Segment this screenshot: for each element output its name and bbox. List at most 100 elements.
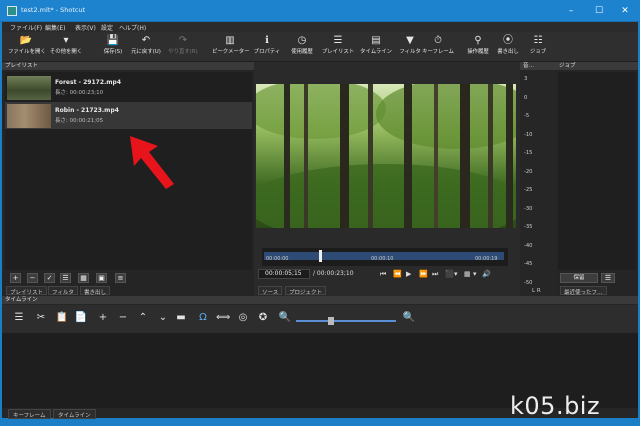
transport-control-0[interactable]: ⏮ [380,270,386,279]
transport-control-7[interactable]: ▦ [464,270,471,278]
toolbar-label: タイムライン [360,49,392,55]
timeline-tool-9[interactable]: Ω [196,312,210,323]
db-tick-label: 0 [524,94,528,101]
timeline-tool-2[interactable]: 📋 [55,312,69,323]
timeline-tool-12[interactable]: ✪ [256,312,270,323]
toolbar-button-1[interactable]: ▾ その他を開く [48,35,84,60]
transport-control-3[interactable]: ⏩ [419,270,428,278]
tab-keyframes[interactable]: キーフレーム [8,409,51,419]
title-bar [0,0,640,22]
tab-project[interactable]: プロジェクト [285,286,327,296]
toolbar-label: プレイリスト [321,49,355,55]
toolbar-button-2[interactable]: 💾 保存(S) [95,35,131,60]
db-tick-label: -35 [524,224,533,230]
playlist-button-5[interactable]: ▣ [96,273,107,283]
clip-name: Forest - 29172.mp4 [55,79,121,86]
timeline-tool-6[interactable]: ⌃ [136,312,150,323]
tab-timeline[interactable]: タイムライン [53,409,96,419]
timeline-tool-4[interactable]: + [96,312,110,323]
zoom-slider-handle[interactable] [328,317,334,325]
pause-jobs-button[interactable]: 保留 [560,273,598,283]
video-preview [256,84,516,228]
transport-control-9[interactable]: 🔊 [482,270,491,278]
maximize-icon[interactable]: ☐ [588,4,610,18]
tab-source[interactable]: ソース [258,286,283,296]
tab-export[interactable]: 書き出し [80,286,111,296]
menu-file[interactable]: ファイル(F) [10,23,42,32]
timeline-tool-7[interactable]: ⌄ [156,312,170,323]
toolbar-label: その他を開く [49,49,83,55]
clip-thumbnail [7,104,51,128]
close-icon[interactable]: ✕ [614,4,636,18]
timeline-tool-10[interactable]: ⟺ [216,312,230,323]
toolbar-button-11[interactable]: ⏱ キーフレーム [420,35,456,60]
toolbar-label: ピークメーター [212,49,250,55]
toolbar-button-7[interactable]: ◷ 使用履歴 [284,35,320,60]
playlist-button-4[interactable]: ▦ [78,273,89,283]
db-tick-label: -25 [524,187,533,193]
red-arrow-annotation [130,136,174,189]
tab-recent[interactable]: 最近使ったフ… [560,286,607,296]
menu-settings[interactable]: 設定 [101,23,113,32]
timecode-input[interactable]: 00:00:05;15 [258,269,310,279]
menu-edit[interactable]: 編集(E) [45,23,65,32]
toolbar-button-0[interactable]: 📂 ファイルを開く [8,35,46,60]
clip-name: Robin - 21723.mp4 [55,107,119,114]
timeline-tool-5[interactable]: − [116,312,130,323]
toolbar-icon: ℹ [265,35,269,46]
timeline-tool-11[interactable]: ◎ [236,312,250,323]
playlist-item-forest[interactable]: Forest - 29172.mp4 長さ: 00:00:23;10 [5,74,252,101]
jobs-list [558,72,636,270]
minimize-icon[interactable]: – [560,4,582,18]
transport-control-6[interactable]: ▾ [454,270,458,278]
transport-control-1[interactable]: ⏪ [393,270,402,278]
timeline-tool-0[interactable]: ☰ [12,312,26,323]
timeline-tool-8[interactable]: ▬ [174,312,188,323]
playlist-button-2[interactable]: ✓ [44,273,55,283]
playlist-button-1[interactable]: − [27,273,38,283]
tab-filter[interactable]: フィルタ [48,286,78,296]
zoom-slider-track[interactable] [296,320,396,322]
clip-thumbnail [7,76,51,100]
toolbar-button-6[interactable]: ℹ プロパティ [249,35,285,60]
toolbar-icon: ▥ [225,35,235,46]
playlist-button-6[interactable]: ≡ [115,273,126,283]
menu-bar [2,22,638,32]
db-tick-label: -45 [524,261,533,267]
transport-control-8[interactable]: ▾ [473,270,477,278]
playhead-handle[interactable] [319,250,323,262]
toolbar-button-9[interactable]: ▤ タイムライン [358,35,394,60]
transport-control-4[interactable]: ⏭ [432,270,438,279]
db-tick-label: -10 [524,131,533,138]
playlist-button-0[interactable]: + [10,273,21,283]
timeline-tool-13[interactable]: 🔍 [278,312,292,323]
playlist-header: プレイリスト [2,62,254,70]
playlist-button-3[interactable]: ☰ [60,273,71,283]
menu-help[interactable]: ヘルプ(H) [119,23,146,32]
toolbar-label: 使用履歴 [291,49,313,55]
db-tick-label: -15 [524,150,533,156]
menu-view[interactable]: 表示(V) [75,23,96,32]
toolbar-label: ジョブ [529,49,547,55]
toolbar-label: プロパティ [253,49,281,55]
transport-control-5[interactable]: ⬛ [445,270,454,278]
tick-label: 00:00:10 [371,256,394,262]
tab-playlist[interactable]: プレイリスト [6,286,48,296]
toolbar-icon: ☰ [333,35,343,46]
jobs-menu-button[interactable]: ☰ [601,273,615,283]
jobs-header: ジョブ [556,62,638,70]
toolbar-button-14[interactable]: ☷ ジョブ [520,35,556,60]
toolbar-button-5[interactable]: ▥ ピークメーター [212,35,250,60]
timeline-tool-1[interactable]: ✂ [34,312,48,323]
toolbar-button-3[interactable]: ↶ 元に戻す(U) [128,35,164,60]
toolbar-button-8[interactable]: ☰ プレイリスト [320,35,356,60]
timeline-tool-3[interactable]: 📄 [74,312,88,323]
audio-meter-header: 音… [520,62,556,70]
timeline-tool-14[interactable]: 🔍 [402,312,416,323]
clip-duration: 長さ: 00:00:21;05 [55,118,104,124]
timeline-header: タイムライン [2,296,638,304]
toolbar-button-4[interactable]: ↷ やり直す(R) [165,35,201,60]
transport-control-2[interactable]: ▶ [406,270,411,278]
playlist-item-robin[interactable]: Robin - 21723.mp4 長さ: 00:00:21;05 [5,102,252,129]
clip-duration: 長さ: 00:00:23;10 [55,90,104,96]
